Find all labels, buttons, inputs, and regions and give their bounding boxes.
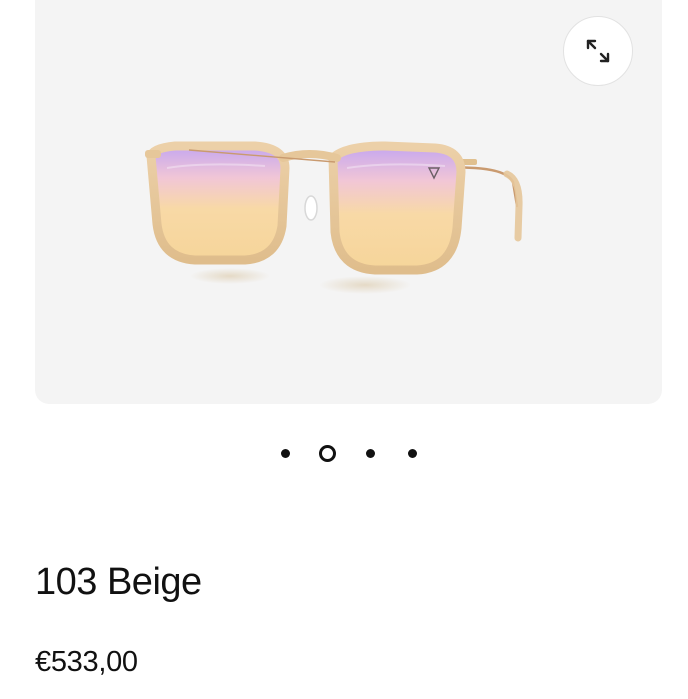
carousel-dot-2-active[interactable] [319,445,336,462]
product-gallery[interactable] [35,0,662,404]
sunglasses-image [145,141,523,294]
carousel-dot-3[interactable] [366,449,375,458]
product-title: 103 Beige [35,561,202,603]
carousel-pagination [0,442,688,466]
expand-icon [586,39,610,63]
expand-button[interactable] [563,16,633,86]
carousel-dot-1[interactable] [281,449,290,458]
product-price: €533,00 [35,646,138,678]
carousel-dot-4[interactable] [408,449,417,458]
